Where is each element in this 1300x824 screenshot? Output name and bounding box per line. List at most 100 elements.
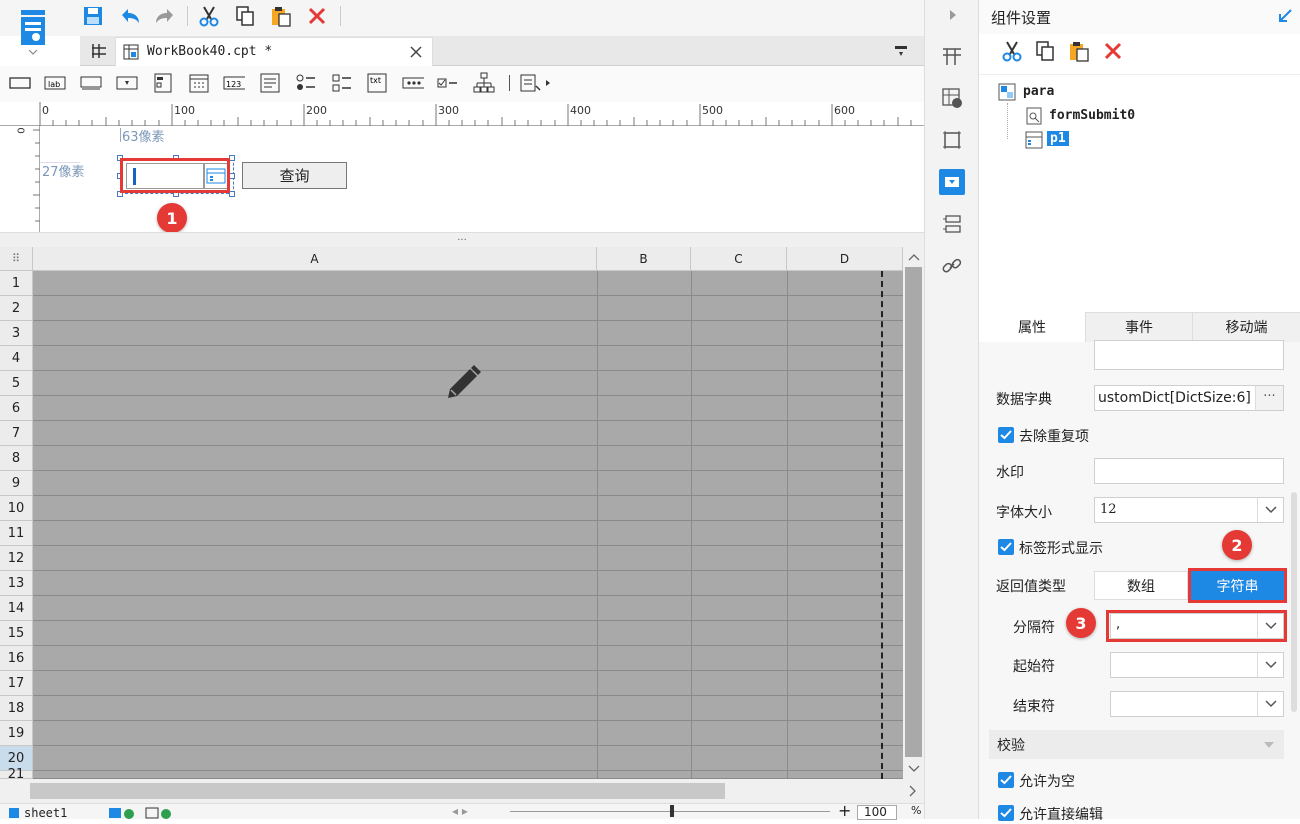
date-widget-icon[interactable] bbox=[152, 72, 174, 94]
textarea-widget-icon[interactable] bbox=[259, 72, 281, 94]
zoom-in-icon[interactable]: + bbox=[838, 801, 851, 820]
column-header-d[interactable]: D bbox=[787, 247, 903, 271]
row-header[interactable]: 14 bbox=[0, 596, 33, 621]
zoom-value-field[interactable]: 100 bbox=[857, 805, 897, 820]
table-row[interactable] bbox=[33, 321, 903, 346]
table-row[interactable] bbox=[33, 721, 903, 746]
zoom-thumb[interactable] bbox=[670, 805, 674, 817]
calendar-widget-icon[interactable] bbox=[188, 72, 210, 94]
scroll-right-icon[interactable] bbox=[903, 781, 923, 801]
tab-workbook[interactable]: WorkBook40.cpt * bbox=[115, 37, 433, 66]
horizontal-scrollbar[interactable] bbox=[0, 779, 924, 803]
row-header[interactable]: 3 bbox=[0, 321, 33, 346]
table-row[interactable] bbox=[33, 521, 903, 546]
scroll-thumb[interactable] bbox=[905, 267, 922, 757]
parameter-canvas[interactable]: 0 63像素 27像素 查询 1 bbox=[0, 126, 924, 233]
tab-events[interactable]: 事件 bbox=[1086, 312, 1193, 342]
checkbox-widget-icon[interactable] bbox=[437, 72, 459, 94]
cell-element-icon[interactable] bbox=[939, 85, 965, 111]
table-row[interactable] bbox=[33, 771, 903, 779]
scroll-up-icon[interactable] bbox=[903, 247, 924, 267]
row-header[interactable]: 13 bbox=[0, 571, 33, 596]
column-header-a[interactable]: A bbox=[33, 247, 597, 271]
row-header[interactable]: 16 bbox=[0, 646, 33, 671]
end-select[interactable] bbox=[1110, 691, 1284, 717]
table-row[interactable] bbox=[33, 496, 903, 521]
table-row[interactable] bbox=[33, 746, 903, 771]
tree-node-formsubmit[interactable]: formSubmit0 bbox=[1049, 108, 1135, 123]
tab-properties[interactable]: 属性 bbox=[979, 312, 1086, 342]
condition-attr-icon[interactable] bbox=[939, 211, 965, 237]
row-header[interactable]: 7 bbox=[0, 421, 33, 446]
close-icon[interactable] bbox=[406, 42, 426, 62]
row-header[interactable]: 8 bbox=[0, 446, 33, 471]
table-row[interactable] bbox=[33, 571, 903, 596]
validation-section-header[interactable]: 校验 bbox=[989, 730, 1284, 759]
table-row[interactable] bbox=[33, 596, 903, 621]
chevron-down-icon[interactable] bbox=[1257, 653, 1283, 677]
dict-more-button[interactable]: ··· bbox=[1255, 386, 1283, 410]
password-widget-icon[interactable] bbox=[402, 72, 424, 94]
undo-icon[interactable] bbox=[117, 3, 143, 29]
tab-list-icon[interactable] bbox=[890, 40, 912, 62]
return-array-option[interactable]: 数组 bbox=[1094, 571, 1188, 600]
text-widget-icon[interactable]: txt bbox=[366, 72, 388, 94]
tree-node-p1[interactable]: p1 bbox=[1047, 131, 1069, 146]
row-header[interactable]: 15 bbox=[0, 621, 33, 646]
table-row[interactable] bbox=[33, 271, 903, 296]
table-row[interactable] bbox=[33, 296, 903, 321]
column-header-c[interactable]: C bbox=[691, 247, 787, 271]
button-widget-icon[interactable] bbox=[9, 72, 31, 94]
row-header[interactable]: 2 bbox=[0, 296, 33, 321]
chevron-down-icon[interactable] bbox=[1261, 738, 1277, 752]
textfield-widget-icon[interactable] bbox=[80, 72, 102, 94]
row-header[interactable]: 21 bbox=[0, 767, 33, 782]
start-select[interactable] bbox=[1110, 652, 1284, 678]
row-header[interactable]: 17 bbox=[0, 671, 33, 696]
row-header[interactable]: 1 bbox=[0, 271, 33, 296]
nav-arrows[interactable]: ◂ ▸ bbox=[452, 804, 468, 818]
zoom-slider[interactable] bbox=[510, 805, 830, 817]
query-button[interactable]: 查询 bbox=[242, 162, 347, 189]
corner-select-all[interactable]: ⠿ bbox=[0, 247, 33, 271]
table-row[interactable] bbox=[33, 421, 903, 446]
h-scroll-thumb[interactable] bbox=[30, 783, 725, 799]
row-header[interactable]: 4 bbox=[0, 346, 33, 371]
table-row[interactable] bbox=[33, 446, 903, 471]
table-row[interactable] bbox=[33, 471, 903, 496]
collapse-arrow-icon[interactable] bbox=[943, 5, 963, 25]
column-header-b[interactable]: B bbox=[597, 247, 691, 271]
label-widget-icon[interactable]: lab bbox=[44, 72, 66, 94]
row-header[interactable]: 10 bbox=[0, 496, 33, 521]
delete-icon[interactable] bbox=[304, 3, 330, 29]
row-header[interactable]: 12 bbox=[0, 546, 33, 571]
splitter[interactable]: ··· bbox=[0, 232, 924, 247]
float-element-icon[interactable] bbox=[939, 127, 965, 153]
more-widgets-icon[interactable] bbox=[516, 72, 556, 94]
combobox-widget-icon[interactable] bbox=[116, 72, 138, 94]
properties-scrollbar[interactable] bbox=[1291, 492, 1297, 712]
watermark-input[interactable] bbox=[1094, 458, 1284, 484]
fontsize-select[interactable]: 12 bbox=[1094, 497, 1284, 523]
redo-icon[interactable] bbox=[152, 3, 178, 29]
cell-attr-icon[interactable] bbox=[939, 43, 965, 69]
table-row[interactable] bbox=[33, 646, 903, 671]
row-header[interactable]: 9 bbox=[0, 471, 33, 496]
checkbox-group-icon[interactable] bbox=[331, 72, 353, 94]
add-polysheet-icon[interactable] bbox=[143, 806, 173, 820]
panel-delete-icon[interactable] bbox=[1100, 38, 1126, 64]
paste-icon[interactable] bbox=[268, 3, 294, 29]
add-sheet-icon[interactable] bbox=[106, 806, 136, 820]
table-row[interactable] bbox=[33, 621, 903, 646]
grid-view-icon[interactable] bbox=[88, 40, 110, 62]
number-widget-icon[interactable]: 123 bbox=[223, 72, 245, 94]
radio-group-icon[interactable] bbox=[295, 72, 317, 94]
row-header[interactable]: 18 bbox=[0, 696, 33, 721]
hyperlink-icon[interactable] bbox=[939, 253, 965, 279]
dedupe-checkbox[interactable] bbox=[998, 427, 1014, 443]
app-menu-icon[interactable] bbox=[15, 4, 51, 60]
copy-icon[interactable] bbox=[232, 3, 258, 29]
table-row[interactable] bbox=[33, 696, 903, 721]
panel-cut-icon[interactable] bbox=[999, 38, 1025, 64]
allow-empty-checkbox[interactable] bbox=[998, 772, 1014, 788]
